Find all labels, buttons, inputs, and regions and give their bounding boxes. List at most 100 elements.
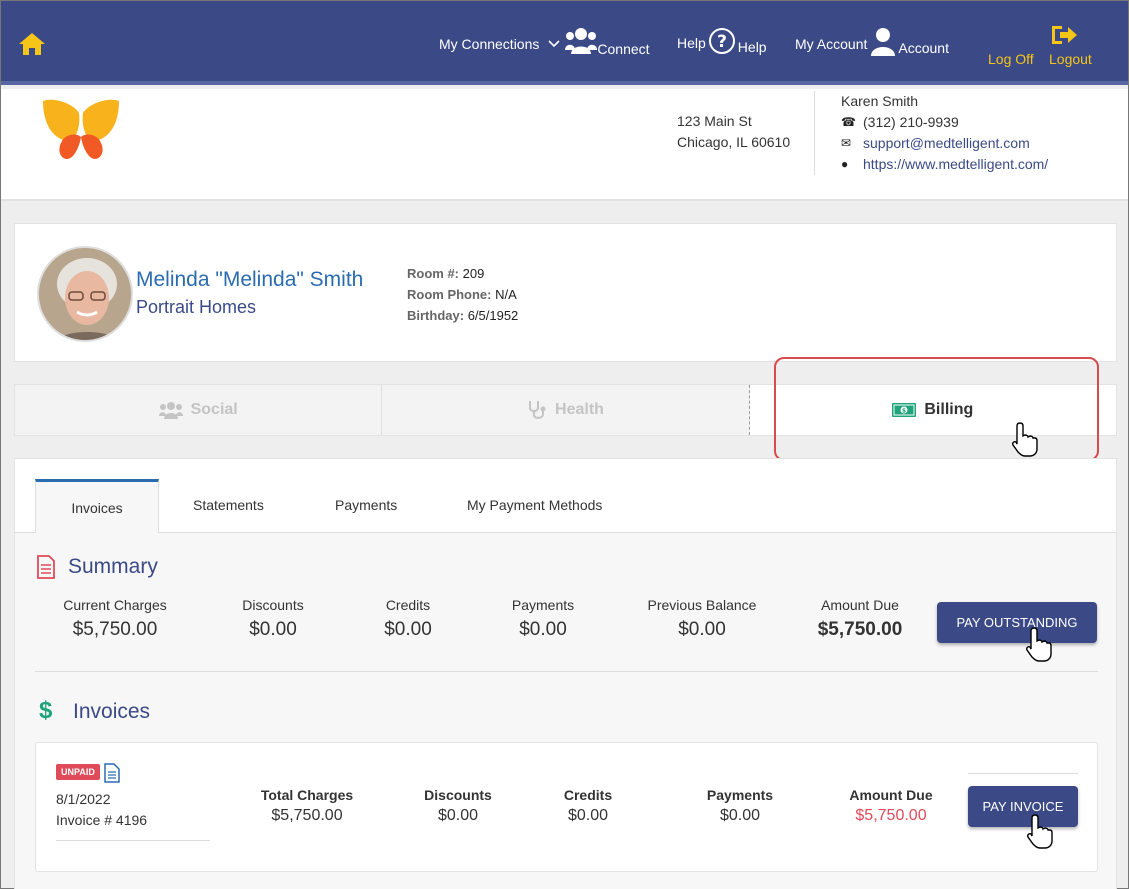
summary-label: Previous Balance [647, 597, 757, 613]
invoice-value: $0.00 [719, 807, 761, 824]
my-connections-menu[interactable]: My Connections Connect [439, 28, 650, 57]
org-header: 123 Main St Chicago, IL 60610 Karen Smit… [1, 89, 1128, 201]
logout-link[interactable]: Logout [1049, 51, 1092, 67]
invoice-total-charges: Total Charges $5,750.00 [242, 787, 372, 825]
invoice-label: Payments [706, 787, 774, 803]
document-icon[interactable] [104, 763, 120, 783]
invoice-label: Total Charges [260, 787, 354, 803]
invoice-label: Discounts [424, 787, 492, 803]
tab-health-label: Health [555, 401, 604, 418]
help-sub-label: Help [737, 39, 767, 55]
pay-outstanding-button[interactable]: PAY OUTSTANDING [937, 602, 1097, 643]
resident-details: Room #: 209 Room Phone: N/A Birthday: 6/… [407, 263, 518, 326]
document-icon [37, 555, 55, 579]
home-icon[interactable] [17, 31, 47, 57]
phone-icon: ☎ [841, 115, 856, 129]
invoice-card: UNPAID 8/1/2022 Invoice # 4196 Total Cha… [35, 742, 1098, 872]
address-line-1: 123 Main St [677, 113, 752, 129]
my-account-label: My Account [795, 36, 868, 52]
summary-value: $5,750.00 [817, 619, 903, 640]
billing-subtabs: Invoices Statements Payments My Payment … [15, 459, 1116, 533]
summary-value: $0.00 [678, 619, 726, 640]
room-phone-label: Room Phone: [407, 287, 492, 302]
contact-email-link[interactable]: support@medtelligent.com [863, 133, 1030, 154]
summary-credits: Credits $0.00 [358, 597, 458, 641]
invoice-value: $0.00 [567, 807, 609, 824]
summary-discounts: Discounts $0.00 [223, 597, 323, 641]
connect-label: Connect [597, 41, 650, 57]
subtab-payments[interactable]: Payments [335, 497, 397, 513]
svg-text:?: ? [717, 32, 727, 52]
invoice-discounts: Discounts $0.00 [408, 787, 508, 825]
org-contact: Karen Smith ☎ (312) 210-9939 ✉ support@med… [841, 91, 1048, 175]
invoice-payments: Payments $0.00 [690, 787, 790, 825]
summary-label: Payments [511, 597, 575, 613]
invoice-value: $5,750.00 [855, 807, 927, 824]
summary-value: $0.00 [249, 619, 297, 640]
invoice-divider [56, 840, 210, 841]
logout-icon[interactable] [1050, 23, 1078, 47]
hand-cursor-icon [1027, 814, 1053, 849]
summary-label: Current Charges [63, 597, 167, 613]
invoice-value: $5,750.00 [271, 807, 343, 824]
stethoscope-icon [529, 401, 546, 419]
summary-value: $0.00 [384, 619, 432, 640]
invoice-date: 8/1/2022 [56, 791, 111, 807]
user-icon [871, 28, 896, 56]
users-icon [565, 28, 598, 54]
summary-current-charges: Current Charges $5,750.00 [55, 597, 175, 641]
help-label: Help [677, 35, 706, 51]
birthday-value: 6/5/1952 [467, 308, 519, 323]
billing-tab-highlight [774, 357, 1099, 461]
chevron-down-icon [548, 40, 560, 48]
subtab-payment-methods[interactable]: My Payment Methods [467, 497, 602, 513]
subtab-invoices[interactable]: Invoices [35, 479, 159, 533]
billing-panel: Invoices Statements Payments My Payment … [14, 458, 1117, 889]
my-account-menu[interactable]: My Account Account [795, 28, 949, 57]
summary-value: $0.00 [519, 619, 567, 640]
globe-icon: ● [841, 157, 849, 171]
top-nav: My Connections Connect Help ? Help My Ac… [1, 1, 1128, 85]
avatar [37, 246, 133, 342]
room-phone-value: N/A [495, 287, 517, 302]
subtab-statements[interactable]: Statements [193, 497, 264, 513]
header-divider [814, 91, 815, 175]
invoice-value: $0.00 [437, 807, 479, 824]
invoice-number: Invoice # 4196 [56, 812, 148, 828]
contact-website-link[interactable]: https://www.medtelligent.com/ [863, 154, 1048, 175]
org-address: 123 Main St Chicago, IL 60610 [677, 111, 790, 153]
log-off-link[interactable]: Log Off [988, 51, 1034, 67]
address-line-2: Chicago, IL 60610 [677, 134, 791, 150]
room-value: 209 [462, 266, 485, 281]
summary-value: $5,750.00 [72, 619, 158, 640]
account-sub-label: Account [898, 40, 949, 56]
contact-phone: (312) 210-9939 [863, 114, 959, 130]
hand-cursor-icon [1026, 627, 1052, 662]
my-connections-label: My Connections [439, 36, 540, 52]
summary-payments: Payments $0.00 [493, 597, 593, 641]
summary-label: Credits [385, 597, 431, 613]
envelope-icon: ✉ [841, 136, 852, 150]
summary-title: Summary [68, 555, 158, 578]
invoice-divider [968, 773, 1078, 774]
pay-invoice-button[interactable]: PAY INVOICE [968, 786, 1078, 827]
tab-social[interactable]: Social [15, 385, 383, 435]
invoice-credits: Credits $0.00 [538, 787, 638, 825]
users-icon [158, 402, 183, 419]
invoice-amount-due: Amount Due $5,750.00 [836, 787, 946, 825]
birthday-label: Birthday: [407, 308, 465, 323]
medtelligent-logo [43, 99, 119, 159]
room-label: Room #: [407, 266, 459, 281]
help-menu[interactable]: Help ? Help [677, 28, 767, 55]
hand-cursor-icon [1012, 422, 1038, 457]
resident-name[interactable]: Melinda "Melinda" Smith [136, 268, 363, 292]
contact-name: Karen Smith [841, 93, 919, 109]
tab-health[interactable]: Health [382, 385, 750, 435]
question-circle-icon: ? [708, 28, 735, 54]
tab-social-label: Social [190, 401, 238, 418]
summary-previous-balance: Previous Balance $0.00 [632, 597, 772, 641]
dollar-icon: $ [39, 697, 53, 724]
resident-profile-card: Melinda "Melinda" Smith Portrait Homes R… [14, 223, 1117, 362]
invoice-label: Credits [563, 787, 613, 803]
summary-amount-due: Amount Due $5,750.00 [795, 597, 925, 641]
